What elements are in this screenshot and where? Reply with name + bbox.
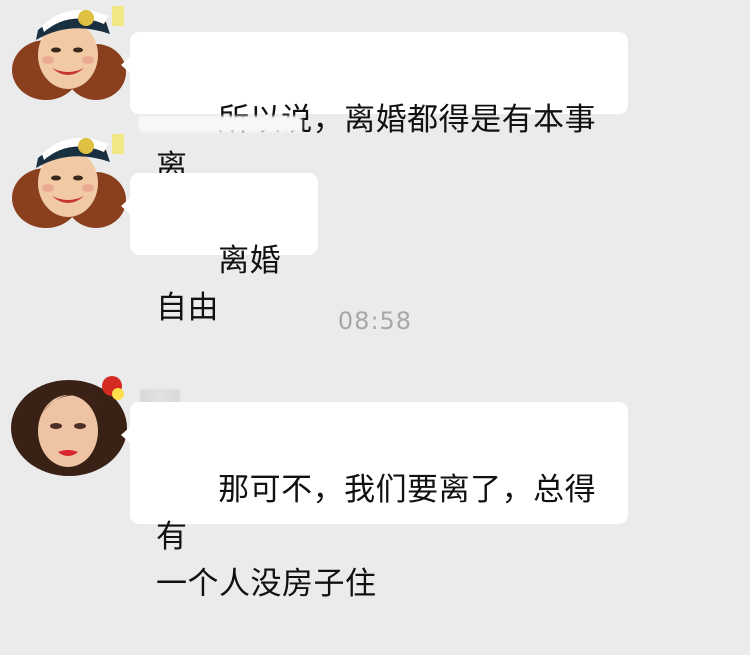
sailor-pinup-avatar-icon[interactable]	[8, 0, 130, 110]
message-bubble[interactable]: 所以说，离婚都得是有本事离	[121, 32, 628, 185]
chat-window: 所以说，离婚都得是有本事离 离婚自由 08:58 那可不，我们要离了，总得有 一…	[0, 0, 750, 602]
brunette-pinup-avatar-icon[interactable]	[8, 368, 130, 478]
message-text: 那可不，我们要离了，总得有 一个人没房子住	[156, 472, 597, 602]
message-bubble[interactable]: 离婚自由	[121, 173, 318, 326]
blur-artifact	[138, 116, 302, 132]
message-bubble[interactable]: 那可不，我们要离了，总得有 一个人没房子住	[121, 402, 628, 602]
timestamp: 08:58	[337, 307, 413, 335]
sailor-pinup-avatar-icon[interactable]	[8, 128, 130, 238]
